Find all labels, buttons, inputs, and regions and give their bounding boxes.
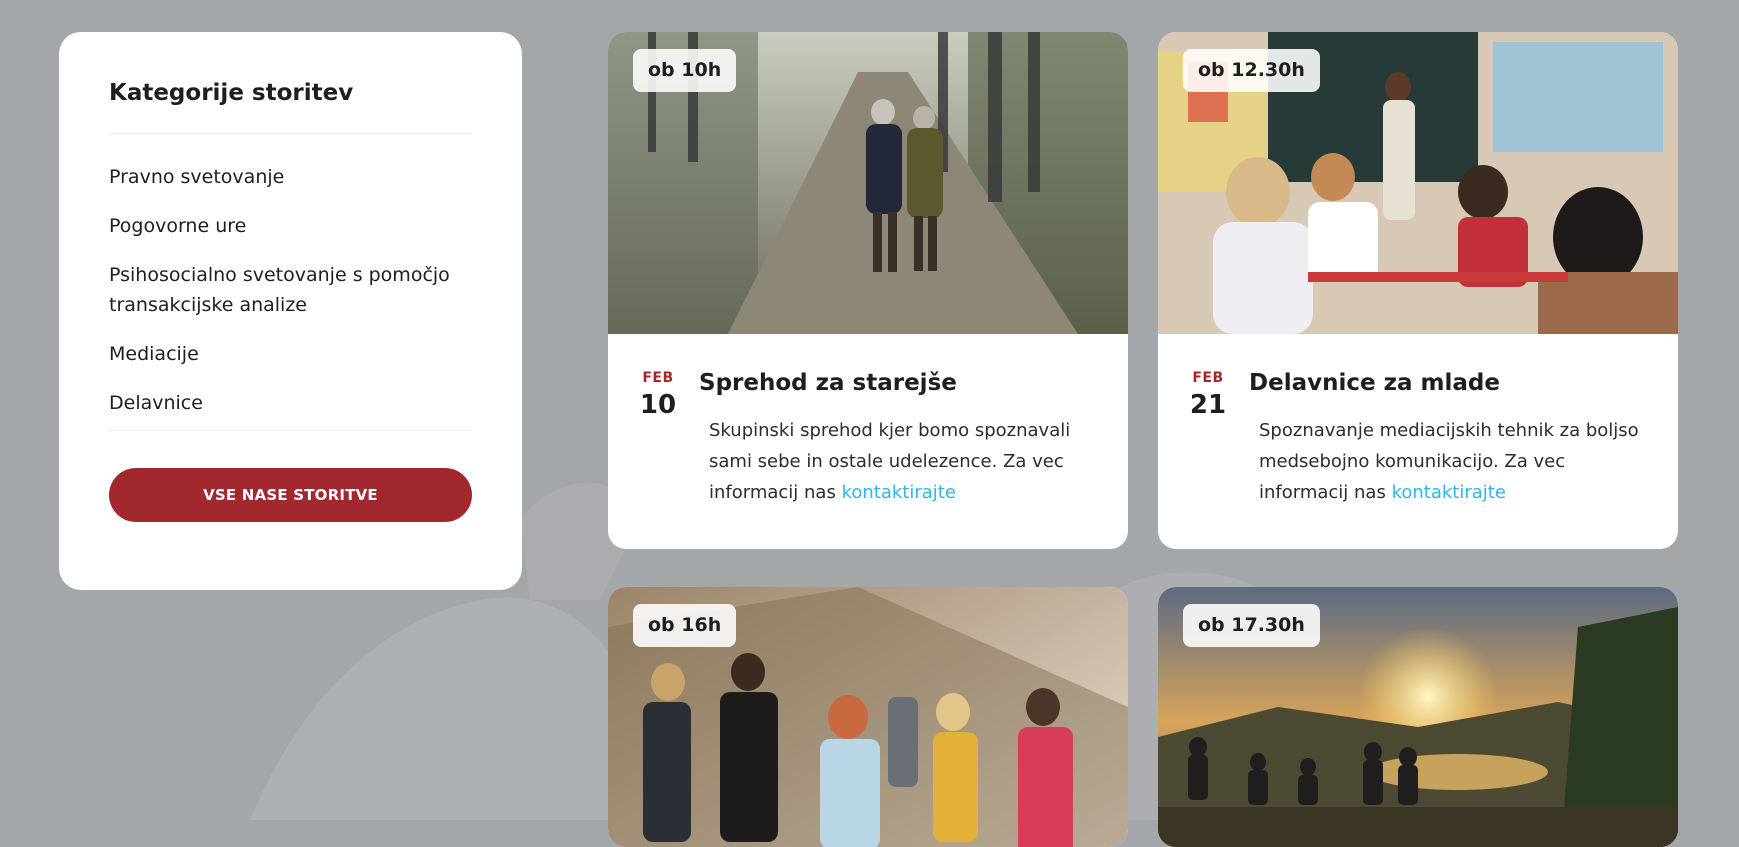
event-day: 21 xyxy=(1189,390,1227,420)
event-image-classroom: ob 12.30h xyxy=(1158,32,1678,334)
event-description: Skupinski sprehod kjer bomo spoznavali s… xyxy=(709,415,1089,508)
contact-link[interactable]: kontaktirajte xyxy=(842,482,956,503)
event-time-badge: ob 16h xyxy=(633,604,737,647)
event-time-badge: ob 12.30h xyxy=(1183,49,1320,92)
all-services-button[interactable]: VSE NASE STORITVE xyxy=(109,467,472,522)
event-title[interactable]: Delavnice za mlade xyxy=(1249,370,1500,396)
event-card[interactable]: ob 17.30h xyxy=(1158,587,1678,847)
event-card[interactable]: ob 16h xyxy=(608,587,1128,847)
event-date: FEB 21 xyxy=(1188,370,1228,420)
category-item-delavnice[interactable]: Delavnice xyxy=(109,388,472,418)
event-image-sunset: ob 17.30h xyxy=(1158,587,1678,847)
category-item-pravno-svetovanje[interactable]: Pravno svetovanje xyxy=(109,162,472,192)
event-card[interactable]: ob 12.30h FEB 21 Delavnice za mlade Spoz… xyxy=(1158,32,1678,549)
contact-link[interactable]: kontaktirajte xyxy=(1392,482,1506,503)
categories-list: Pravno svetovanje Pogovorne ure Psihosoc… xyxy=(109,162,472,418)
categories-title: Kategorije storitev xyxy=(109,80,354,106)
event-date: FEB 10 xyxy=(638,370,678,420)
categories-panel: Kategorije storitev Pravno svetovanje Po… xyxy=(59,32,522,590)
event-title[interactable]: Sprehod za starejše xyxy=(699,370,957,396)
event-day: 10 xyxy=(639,390,677,420)
divider xyxy=(109,132,472,134)
event-time-badge: ob 10h xyxy=(633,49,737,92)
event-time-badge: ob 17.30h xyxy=(1183,604,1320,647)
event-image-elderly-walk: ob 10h xyxy=(608,32,1128,334)
event-description: Spoznavanje mediacijskih tehnik za boljs… xyxy=(1259,415,1639,508)
event-month: FEB xyxy=(642,370,674,386)
event-month: FEB xyxy=(1192,370,1224,386)
event-card[interactable]: ob 10h FEB 10 Sprehod za starejše Skupin… xyxy=(608,32,1128,549)
divider xyxy=(109,429,472,431)
event-image-hiking-group: ob 16h xyxy=(608,587,1128,847)
category-item-pogovorne-ure[interactable]: Pogovorne ure xyxy=(109,211,472,241)
category-item-psihosocialno-svetovanje[interactable]: Psihosocialno svetovanje s pomočjo trans… xyxy=(109,260,472,320)
category-item-mediacije[interactable]: Mediacije xyxy=(109,339,472,369)
